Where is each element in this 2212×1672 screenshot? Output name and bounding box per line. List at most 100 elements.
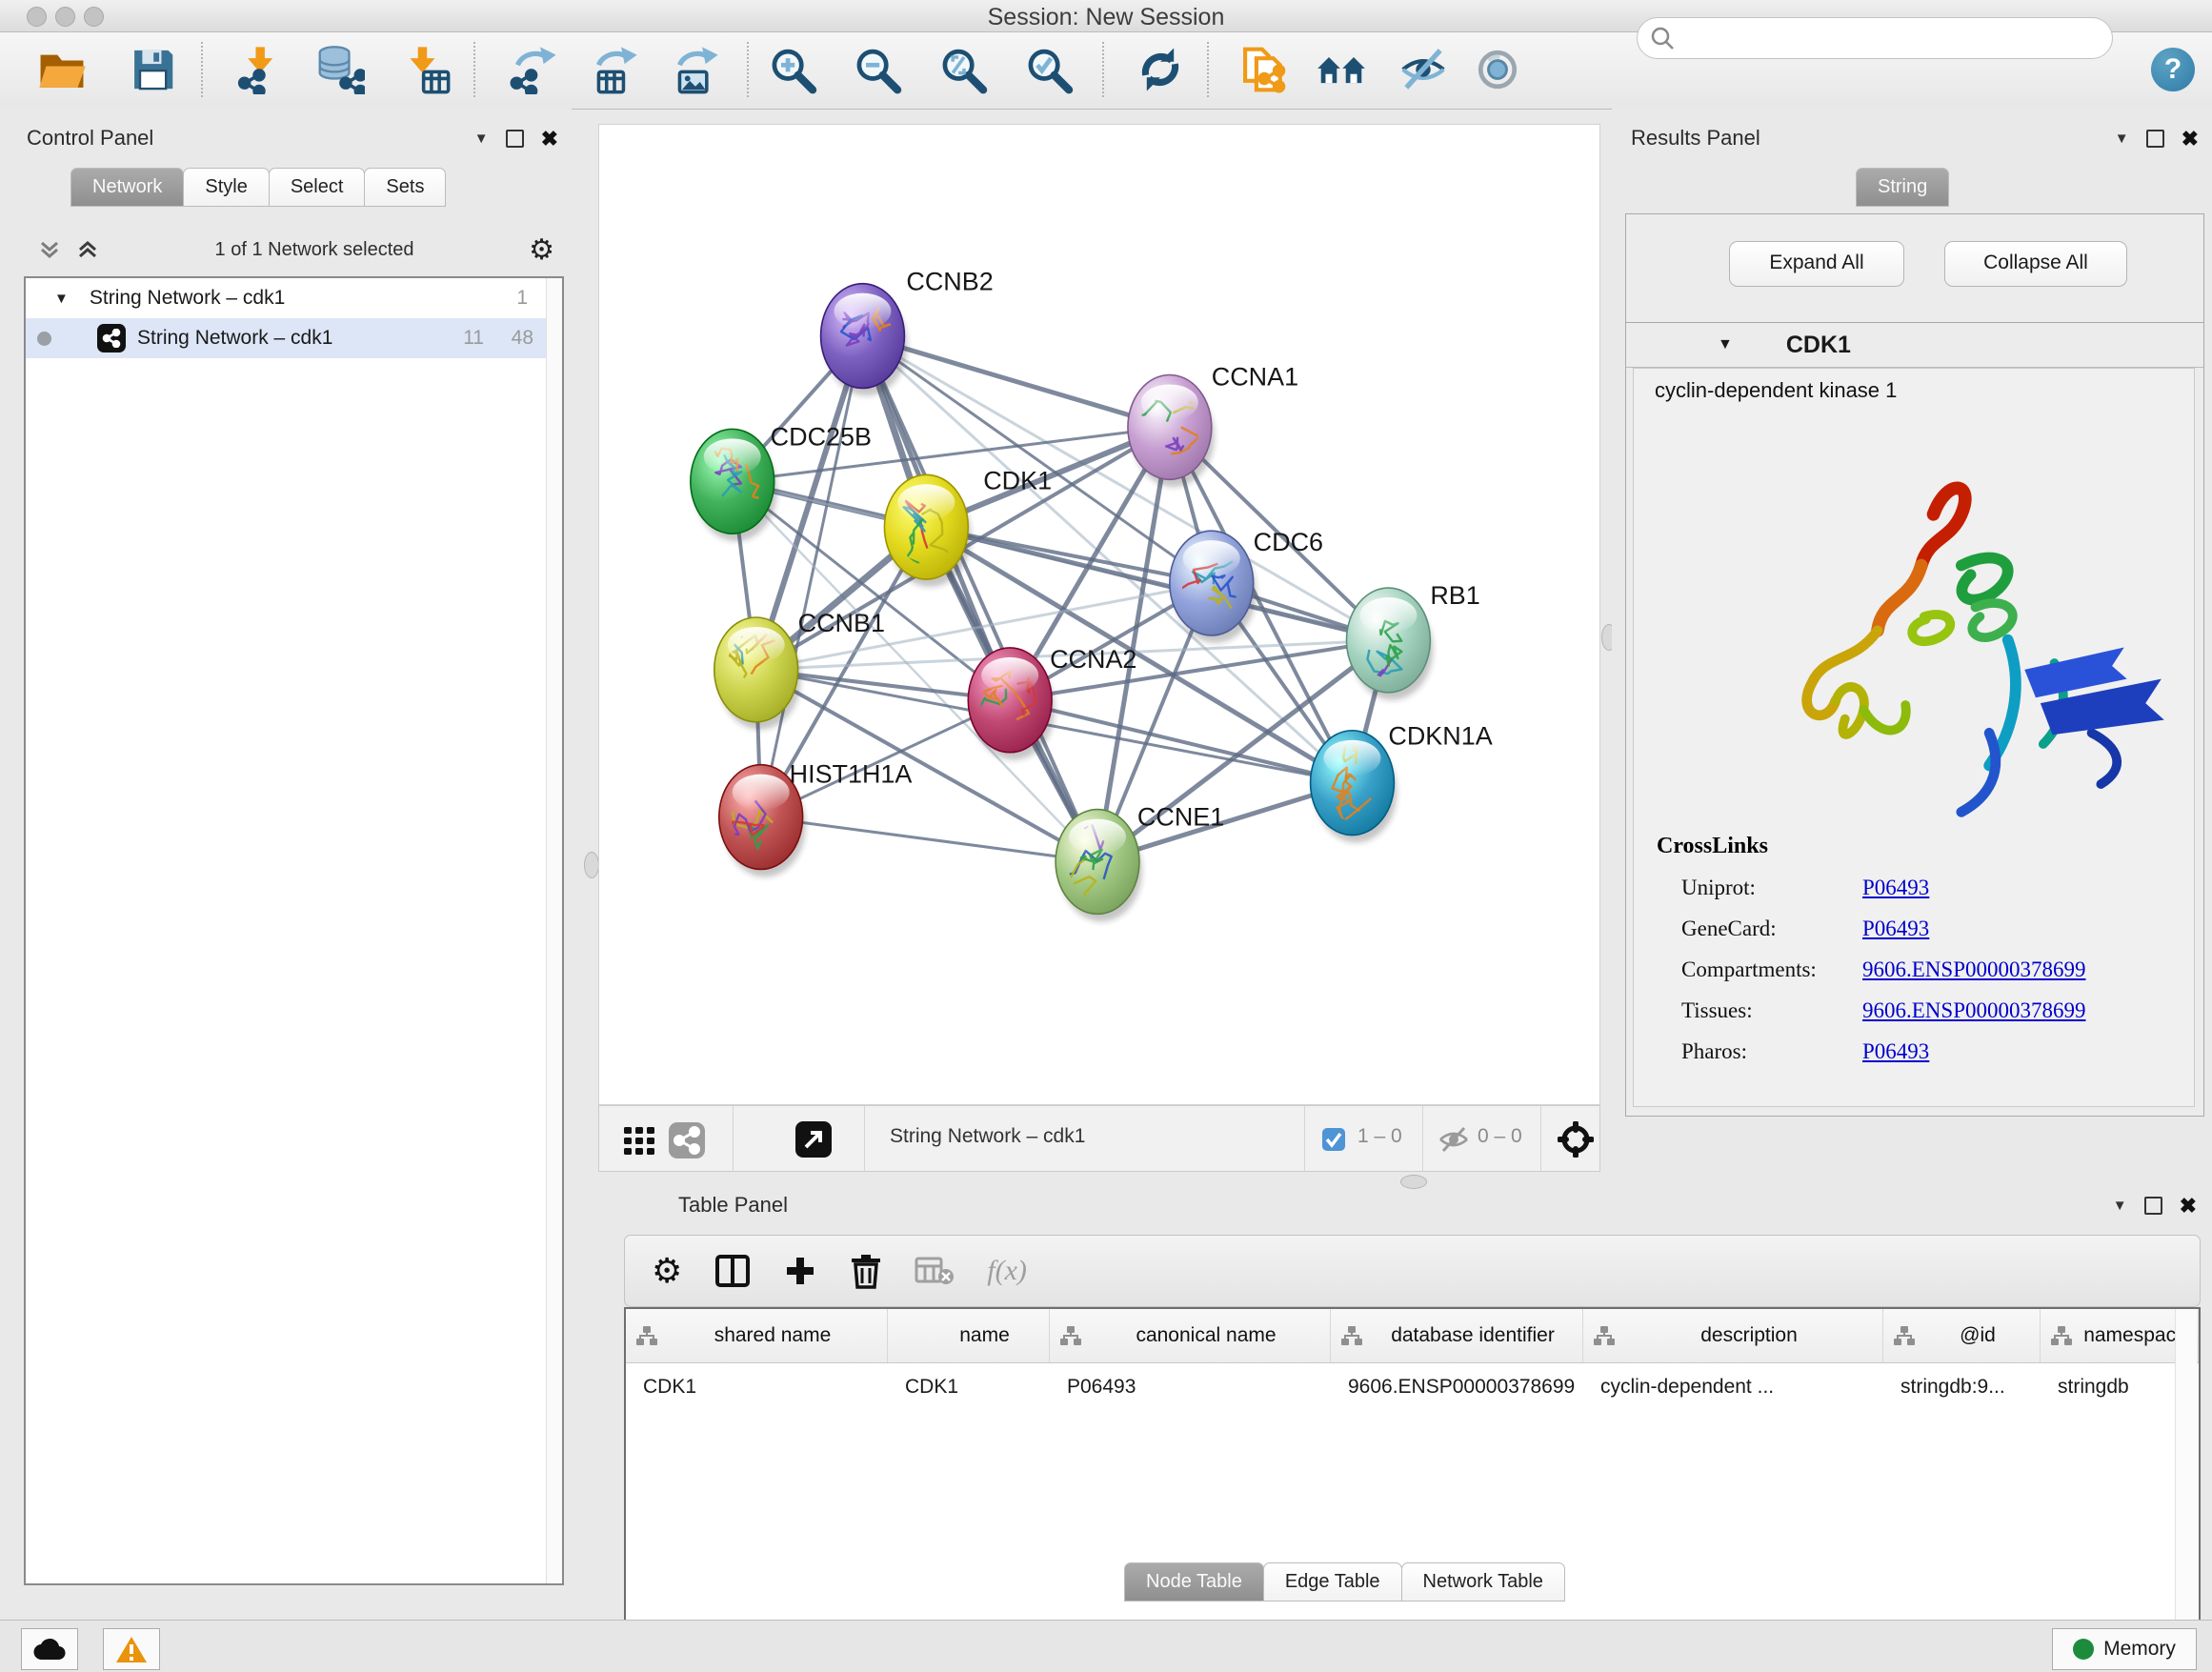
grid-view-icon[interactable]: [622, 1123, 656, 1158]
export-table-icon: [590, 45, 639, 94]
collapse-all-icon[interactable]: [37, 237, 62, 262]
crosslink-label: Tissues:: [1657, 998, 1862, 1023]
network-node[interactable]: [821, 284, 908, 396]
new-network-from-selection-button[interactable]: [1232, 38, 1295, 101]
selected-checkbox-icon[interactable]: [1321, 1127, 1346, 1152]
zoom-fit-icon: [939, 45, 989, 94]
show-columns-icon[interactable]: [714, 1254, 751, 1288]
network-node[interactable]: [1056, 810, 1142, 922]
expand-all-icon[interactable]: [75, 237, 100, 262]
network-node[interactable]: [714, 617, 801, 730]
expand-all-button[interactable]: Expand All: [1729, 241, 1904, 287]
show-all-button[interactable]: [1466, 38, 1529, 101]
network-edge[interactable]: [761, 336, 863, 817]
network-node[interactable]: [1311, 731, 1398, 843]
delete-column-trash-icon[interactable]: [850, 1253, 882, 1289]
memory-button[interactable]: Memory: [2052, 1628, 2197, 1670]
crosslink-link[interactable]: 9606.ENSP00000378699: [1862, 957, 2086, 982]
table-cell[interactable]: CDK1: [626, 1376, 888, 1399]
panel-close-icon[interactable]: ✖: [2182, 131, 2199, 146]
table-vertical-scrollbar[interactable]: [2175, 1309, 2197, 1644]
crosslink-link[interactable]: P06493: [1862, 917, 1929, 941]
tree-scrollbar[interactable]: [546, 278, 562, 1583]
network-canvas[interactable]: CCNB2CCNA1CDC25BCDK1CDC6RB1CCNB1CCNA2CDK…: [598, 124, 1600, 1105]
table-settings-gear-icon[interactable]: ⚙: [652, 1251, 682, 1291]
tab-sets[interactable]: Sets: [364, 168, 446, 207]
tab-string[interactable]: String: [1856, 168, 1949, 207]
network-edge[interactable]: [761, 817, 1097, 862]
create-column-plus-icon[interactable]: [783, 1254, 817, 1288]
panel-float-icon[interactable]: [506, 130, 524, 148]
export-network-button[interactable]: [502, 38, 565, 101]
refresh-view-button[interactable]: [1129, 38, 1192, 101]
network-collection-row[interactable]: ▼ String Network – cdk1 1: [26, 278, 562, 318]
column-header-sharedname[interactable]: shared name: [626, 1309, 888, 1362]
zoom-fit-button[interactable]: [933, 38, 995, 101]
tab-network-table[interactable]: Network Table: [1401, 1562, 1565, 1601]
first-neighbors-button[interactable]: [1310, 38, 1373, 101]
detach-view-icon[interactable]: [794, 1120, 833, 1158]
network-node[interactable]: [1120, 374, 1215, 487]
node-label: RB1: [1430, 581, 1479, 610]
column-header-id[interactable]: @id: [1883, 1309, 2041, 1362]
open-folder-button[interactable]: [30, 38, 93, 101]
save-session-button[interactable]: [121, 38, 184, 101]
panel-menu-icon[interactable]: ▼: [474, 131, 489, 147]
table-cell[interactable]: CDK1: [888, 1376, 1050, 1399]
table-panel: Table Panel ▼ ✖ ⚙ f(x) s: [598, 1189, 2212, 1620]
network-edge[interactable]: [862, 336, 1169, 428]
table-cell[interactable]: P06493: [1050, 1376, 1331, 1399]
network-node[interactable]: [1346, 588, 1433, 700]
tab-node-table[interactable]: Node Table: [1124, 1562, 1264, 1601]
column-header-description[interactable]: description: [1583, 1309, 1883, 1362]
export-table-button[interactable]: [583, 38, 646, 101]
network-view-title: String Network – cdk1: [890, 1125, 1085, 1148]
table-cell[interactable]: cyclin-dependent ...: [1583, 1376, 1883, 1399]
panel-close-icon[interactable]: ✖: [541, 131, 558, 146]
crosslink-link[interactable]: 9606.ENSP00000378699: [1862, 998, 2086, 1023]
panel-float-icon[interactable]: [2144, 1197, 2162, 1215]
gene-section-header[interactable]: ▼ CDK1: [1626, 323, 2203, 368]
collapse-all-button[interactable]: Collapse All: [1944, 241, 2127, 287]
left-splitter-handle[interactable]: [584, 852, 599, 878]
cloud-status-button[interactable]: [21, 1628, 78, 1670]
panel-close-icon[interactable]: ✖: [2180, 1199, 2197, 1213]
column-header-databaseidentifier[interactable]: database identifier: [1331, 1309, 1583, 1362]
hide-selected-button[interactable]: [1392, 38, 1455, 101]
tree-disclosure-icon[interactable]: ▼: [54, 291, 69, 307]
network-birdseye-icon[interactable]: [668, 1121, 706, 1159]
panel-menu-icon[interactable]: ▼: [2113, 1198, 2127, 1214]
import-table-button[interactable]: [394, 38, 457, 101]
network-node[interactable]: [884, 474, 971, 587]
network-options-gear-icon[interactable]: ⚙: [529, 233, 554, 267]
column-header-name[interactable]: name: [888, 1309, 1050, 1362]
search-input[interactable]: [1637, 17, 2113, 59]
tab-style[interactable]: Style: [183, 168, 269, 207]
zoom-in-button[interactable]: [762, 38, 825, 101]
tab-select[interactable]: Select: [269, 168, 366, 207]
table-cell[interactable]: stringdb:9...: [1883, 1376, 2041, 1399]
crosslink-link[interactable]: P06493: [1862, 1039, 1929, 1064]
tab-network[interactable]: Network: [70, 168, 184, 207]
table-row[interactable]: CDK1CDK1P064939606.ENSP00000378699cyclin…: [626, 1363, 2199, 1411]
section-disclosure-icon[interactable]: ▼: [1718, 336, 1733, 353]
import-network-button[interactable]: [228, 38, 291, 101]
crosslink-label: GeneCard:: [1657, 917, 1862, 941]
zoom-selected-button[interactable]: [1018, 38, 1081, 101]
panel-menu-icon[interactable]: ▼: [2115, 131, 2129, 147]
table-cell[interactable]: 9606.ENSP00000378699: [1331, 1376, 1583, 1399]
network-node[interactable]: [964, 648, 1056, 760]
tab-edge-table[interactable]: Edge Table: [1263, 1562, 1402, 1601]
node-label: HIST1H1A: [790, 760, 913, 789]
import-network-from-database-button[interactable]: [309, 38, 372, 101]
zoom-out-button[interactable]: [847, 38, 910, 101]
column-header-canonicalname[interactable]: canonical name: [1050, 1309, 1331, 1362]
fit-content-crosshair-icon[interactable]: [1558, 1121, 1594, 1158]
network-row[interactable]: String Network – cdk1 11 48: [26, 318, 562, 358]
help-button[interactable]: ?: [2151, 48, 2195, 91]
warning-status-button[interactable]: [103, 1628, 160, 1670]
crosslink-link[interactable]: P06493: [1862, 876, 1929, 900]
panel-float-icon[interactable]: [2146, 130, 2164, 148]
bottom-splitter-handle[interactable]: [1400, 1175, 1427, 1189]
export-image-button[interactable]: [664, 38, 727, 101]
